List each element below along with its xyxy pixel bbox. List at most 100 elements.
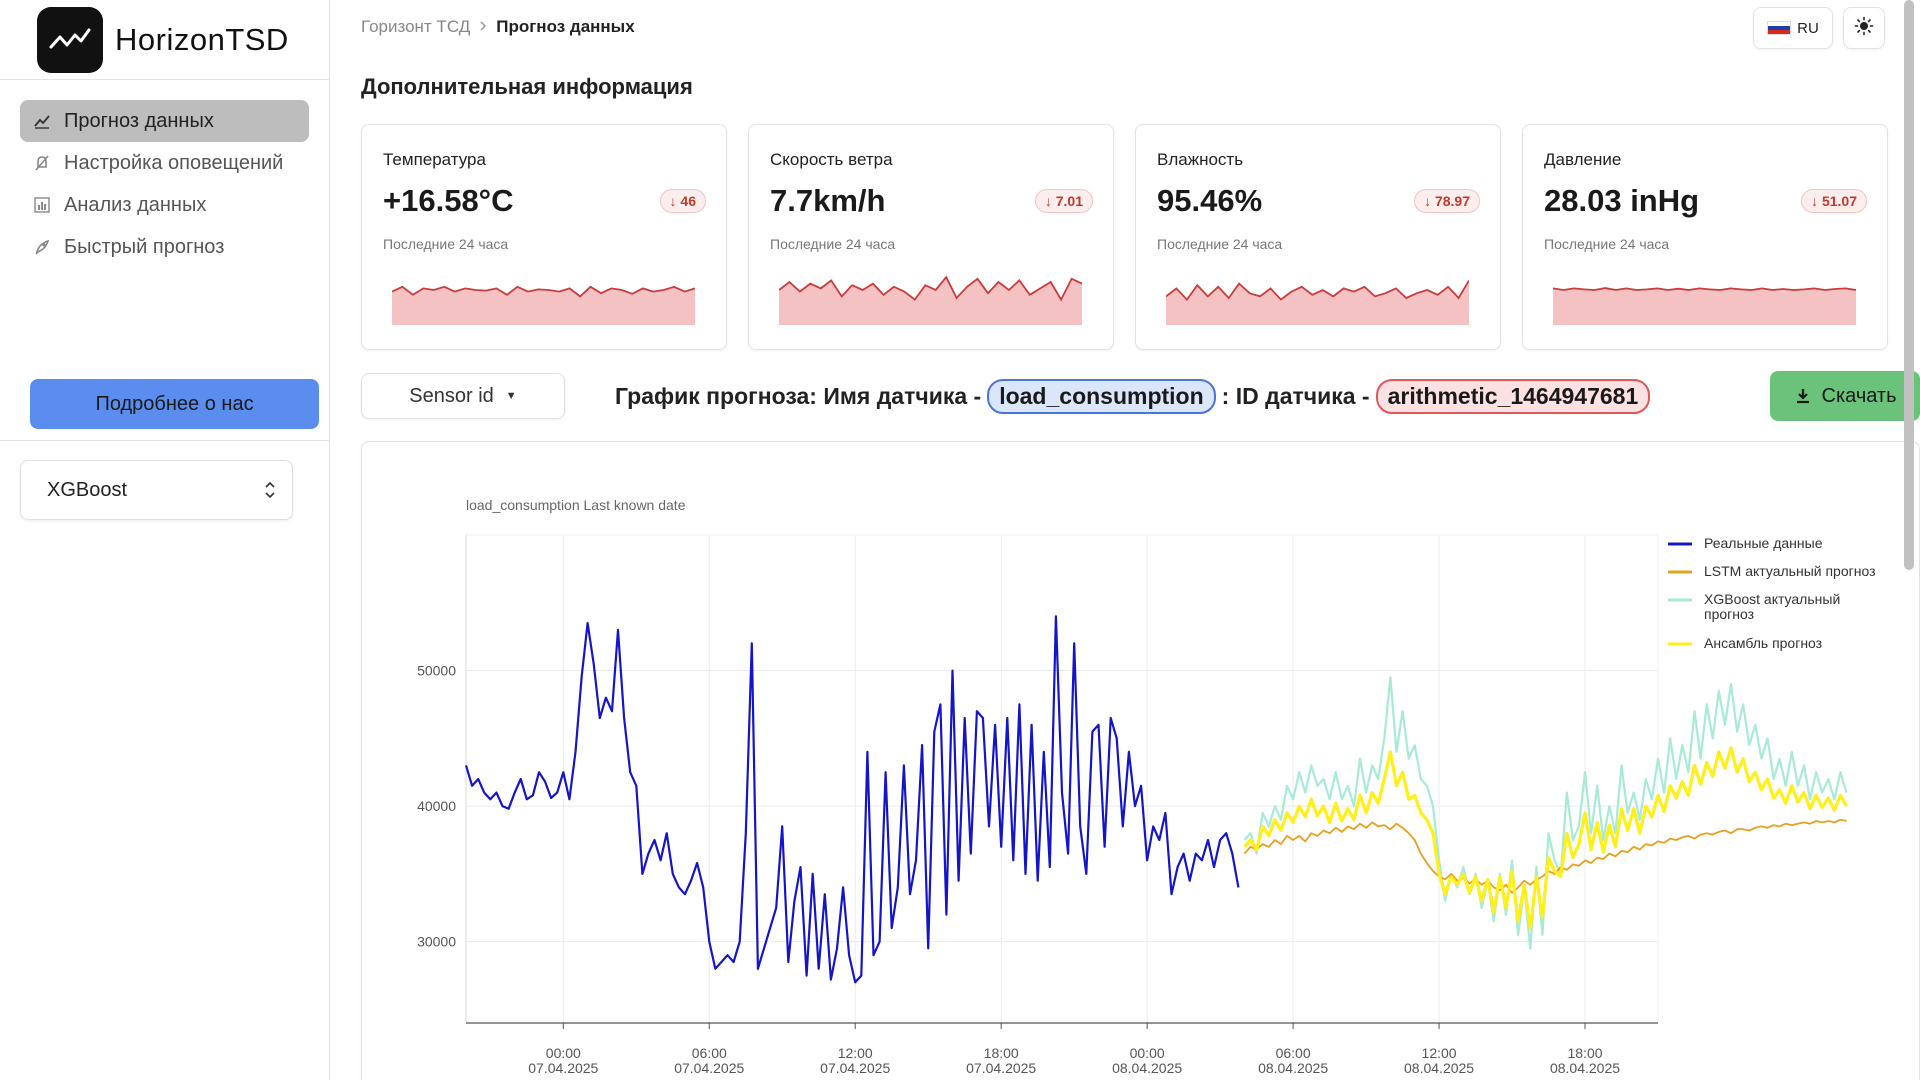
- bar-chart-icon: [32, 195, 52, 215]
- chart-line-icon: [32, 111, 52, 131]
- trend-badge: ↓ 51.07: [1801, 189, 1867, 213]
- caret-down-icon: ▼: [505, 390, 517, 402]
- sidebar-item-quick-forecast[interactable]: Быстрый прогноз: [20, 226, 309, 268]
- breadcrumb: Горизонт ТСД Прогноз данных: [361, 17, 635, 37]
- metric-card-temperature: Температура +16.58°C ↓ 46 Последние 24 ч…: [361, 124, 727, 350]
- page-scrollbar[interactable]: [1901, 0, 1915, 1080]
- download-icon: [1796, 389, 1809, 404]
- legend-label: LSTM актуальный прогноз: [1704, 563, 1876, 579]
- chevron-right-icon: [479, 17, 487, 37]
- sidebar-item-label: Прогноз данных: [64, 109, 214, 132]
- x-tick-time: 06:00: [692, 1045, 727, 1061]
- card-value: 95.46%: [1157, 183, 1263, 218]
- sparkline: [1553, 287, 1856, 325]
- sidebar-divider: [0, 440, 329, 441]
- sparkline: [1166, 279, 1469, 325]
- sparkline-area: [1166, 280, 1469, 325]
- scrollbar-thumb[interactable]: [1904, 0, 1914, 570]
- section-title: Дополнительная информация: [361, 74, 693, 99]
- x-tick-time: 18:00: [1567, 1045, 1602, 1061]
- sensor-id-label: Sensor id: [409, 384, 494, 407]
- brand-logo-icon: [37, 6, 103, 73]
- card-title: Влажность: [1157, 150, 1244, 169]
- sensor-name-pill: load_consumption: [987, 379, 1216, 414]
- sparkline-area: [779, 277, 1082, 325]
- sidebar-nav: Прогноз данных Настройка оповещений Анал…: [0, 80, 329, 268]
- card-value: 7.7km/h: [770, 183, 886, 218]
- chart-heading-prefix: График прогноза: Имя датчика -: [615, 383, 982, 409]
- breadcrumb-current: Прогноз данных: [496, 17, 635, 36]
- x-tick-time: 00:00: [546, 1045, 581, 1061]
- sparkline-area: [1553, 288, 1856, 325]
- chart-toolbar: Sensor id ▼ График прогноза: Имя датчика…: [361, 371, 1920, 421]
- x-tick-date: 08.04.2025: [1550, 1060, 1620, 1076]
- main-content: Горизонт ТСД Прогноз данных RU Дополните…: [331, 0, 1920, 1080]
- card-subtitle: Последние 24 часа: [1157, 236, 1283, 252]
- card-subtitle: Последние 24 часа: [770, 236, 896, 252]
- legend-label: XGBoost актуальный: [1704, 591, 1840, 607]
- sparkline-area: [392, 286, 695, 325]
- trend-badge: ↓ 7.01: [1034, 189, 1093, 213]
- brand-name: HorizonTSD: [115, 21, 289, 57]
- x-tick-time: 12:00: [1422, 1045, 1457, 1061]
- card-value: +16.58°C: [383, 183, 514, 218]
- chart-heading-mid: : ID датчика -: [1221, 383, 1370, 409]
- x-tick-time: 12:00: [838, 1045, 873, 1061]
- x-tick-time: 18:00: [984, 1045, 1019, 1061]
- legend-label: Ансамбль прогноз: [1704, 635, 1822, 651]
- card-subtitle: Последние 24 часа: [1544, 236, 1670, 252]
- x-tick-date: 08.04.2025: [1258, 1060, 1328, 1076]
- sidebar-item-forecast[interactable]: Прогноз данных: [20, 100, 309, 142]
- series-line-2: [1243, 676, 1848, 950]
- card-title: Температура: [383, 150, 486, 169]
- x-tick-date: 07.04.2025: [674, 1060, 744, 1076]
- sidebar-item-label: Настройка оповещений: [64, 151, 284, 174]
- metric-cards: Температура +16.58°C ↓ 46 Последние 24 ч…: [361, 124, 1888, 350]
- russia-flag-icon: [1767, 21, 1792, 35]
- breadcrumb-root[interactable]: Горизонт ТСД: [361, 17, 470, 37]
- trend-badge: ↓ 78.97: [1414, 189, 1480, 213]
- sensor-id-dropdown[interactable]: Sensor id ▼: [361, 373, 565, 419]
- language-label: RU: [1797, 19, 1819, 37]
- card-title: Давление: [1544, 150, 1622, 169]
- card-value: 28.03 inHg: [1544, 183, 1700, 218]
- series-line-0: [464, 615, 1240, 984]
- language-button[interactable]: RU: [1753, 7, 1833, 49]
- x-tick-date: 07.04.2025: [528, 1060, 598, 1076]
- x-tick-date: 08.04.2025: [1112, 1060, 1182, 1076]
- legend-label: прогноз: [1704, 606, 1754, 622]
- card-title: Скорость ветра: [770, 150, 893, 169]
- trend-badge: ↓ 46: [659, 189, 706, 213]
- y-tick-label: 30000: [417, 934, 456, 950]
- brand: HorizonTSD: [0, 0, 329, 80]
- metric-card-humidity: Влажность 95.46% ↓ 78.97 Последние 24 ча…: [1135, 124, 1501, 350]
- rocket-icon: [32, 237, 52, 257]
- card-subtitle: Последние 24 часа: [383, 236, 509, 252]
- sidebar-item-label: Быстрый прогноз: [64, 235, 225, 258]
- sidebar-item-alerts[interactable]: Настройка оповещений: [20, 142, 309, 184]
- forecast-chart[interactable]: load_consumption Last known date 30000 400…: [362, 442, 1920, 1080]
- download-button[interactable]: Скачать: [1770, 371, 1920, 421]
- sun-icon: [1854, 16, 1874, 41]
- metric-card-wind: Скорость ветра 7.7km/h ↓ 7.01 Последние …: [748, 124, 1114, 350]
- sidebar-item-analysis[interactable]: Анализ данных: [20, 184, 309, 226]
- theme-toggle-button[interactable]: [1843, 7, 1885, 49]
- sensor-id-pill: arithmetic_1464947681: [1375, 379, 1651, 414]
- sidebar: HorizonTSD Прогноз данных Настройка опов…: [0, 0, 330, 1080]
- model-select-value: XGBoost: [47, 478, 128, 501]
- about-button[interactable]: Подробнее о нас: [30, 379, 319, 429]
- forecast-chart-card: load_consumption Last known date 30000 400…: [361, 441, 1920, 1080]
- chevron-updown-icon: [264, 479, 276, 507]
- sparkline: [392, 285, 695, 325]
- chart-heading: График прогноза: Имя датчика - load_cons…: [615, 379, 1656, 414]
- x-tick-date: 07.04.2025: [820, 1060, 890, 1076]
- chart-title: load_consumption Last known date: [466, 497, 686, 513]
- x-tick-date: 08.04.2025: [1404, 1060, 1474, 1076]
- y-tick-label: 50000: [417, 663, 456, 679]
- legend-label: Реальные данные: [1704, 535, 1823, 551]
- model-select[interactable]: XGBoost: [20, 460, 293, 520]
- x-tick-time: 00:00: [1130, 1045, 1165, 1061]
- x-tick-time: 06:00: [1276, 1045, 1311, 1061]
- bell-off-icon: [32, 153, 52, 173]
- download-label: Скачать: [1821, 384, 1897, 407]
